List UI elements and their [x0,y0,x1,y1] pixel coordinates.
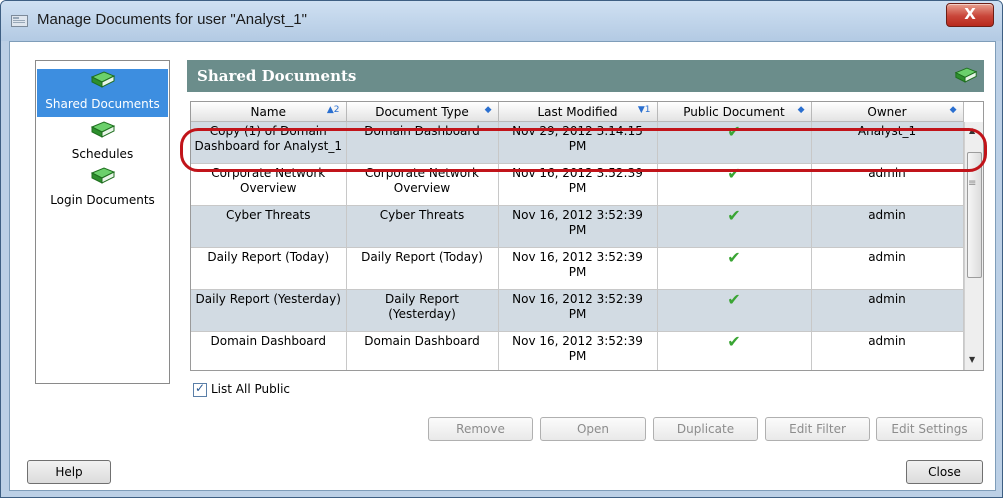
cell-document-type: Daily Report (Yesterday) [346,289,499,332]
window-close-button[interactable]: X [946,3,994,27]
cell-public: ✔ [657,247,812,290]
highlight-annotation-ring [180,128,987,172]
title-bar[interactable]: Manage Documents for user "Analyst_1" X [1,1,1002,41]
cell-public: ✔ [657,205,812,248]
column-header-public-document[interactable]: Public Document ◆ [657,102,812,122]
green-book-icon [90,167,115,184]
cell-owner: admin [811,247,964,290]
checkmark-icon: ✔ [727,248,741,267]
sort-descending-icon: ▼1 [637,105,651,115]
dialog-body: Shared Documents Schedules Login Documen… [9,41,996,491]
green-book-icon [954,67,978,83]
remove-button[interactable]: Remove [428,417,533,441]
sidebar-item-schedules[interactable]: Schedules [37,121,168,167]
cell-last-modified: Nov 16, 2012 3:52:39 PM [498,331,658,370]
cell-document-type: Domain Dashboard [346,331,499,370]
cell-public: ✔ [657,331,812,370]
sidebar-item-label: Shared Documents [45,97,160,111]
window-title: Manage Documents for user "Analyst_1" [37,11,307,28]
checkmark-icon: ✔ [727,290,741,309]
cell-name: Domain Dashboard [191,331,347,370]
cell-last-modified: Nov 16, 2012 3:52:39 PM [498,289,658,332]
column-label: Owner [867,104,907,119]
sort-icon: ◆ [949,105,957,115]
table-row[interactable]: Daily Report (Yesterday) Daily Report (Y… [191,289,964,332]
column-label: Public Document [683,104,785,119]
sort-icon: ◆ [484,105,492,115]
cell-name: Daily Report (Today) [191,247,347,290]
column-header-owner[interactable]: Owner ◆ [811,102,964,122]
cell-last-modified: Nov 16, 2012 3:52:39 PM [498,205,658,248]
table-row[interactable]: Domain Dashboard Domain Dashboard Nov 16… [191,331,964,370]
checkmark-icon: ✔ [727,206,741,225]
checkmark-icon: ✓ [195,380,206,395]
close-button[interactable]: Close [906,460,983,484]
cell-name: Daily Report (Yesterday) [191,289,347,332]
document-category-list: Shared Documents Schedules Login Documen… [35,60,170,384]
edit-filter-button[interactable]: Edit Filter [765,417,870,441]
edit-settings-button[interactable]: Edit Settings [876,417,983,441]
cell-public: ✔ [657,289,812,332]
panel-header: Shared Documents [187,60,984,92]
table-row[interactable]: Daily Report (Today) Daily Report (Today… [191,247,964,290]
document-manager-icon [11,15,28,27]
cell-owner: admin [811,205,964,248]
cell-name: Cyber Threats [191,205,347,248]
table-row[interactable]: Cyber Threats Cyber Threats Nov 16, 2012… [191,205,964,248]
scroll-grip-icon: ≡ [968,178,977,189]
cell-owner: admin [811,289,964,332]
cell-document-type: Cyber Threats [346,205,499,248]
checkmark-icon: ✔ [727,332,741,351]
sort-icon: ◆ [797,105,805,115]
column-label: Name [250,104,286,119]
column-label: Last Modified [537,104,618,119]
column-header-name[interactable]: Name ▲2 [191,102,347,122]
duplicate-button[interactable]: Duplicate [653,417,758,441]
column-label: Document Type [375,104,469,119]
help-button[interactable]: Help [27,460,111,484]
column-header-last-modified[interactable]: Last Modified ▼1 [498,102,658,122]
panel-title: Shared Documents [197,67,357,85]
sidebar-item-shared-documents[interactable]: Shared Documents [37,69,168,117]
sidebar-item-label: Schedules [71,147,134,161]
scroll-down-arrow-icon[interactable]: ▼ [969,355,975,364]
sidebar-item-label: Login Documents [50,193,155,207]
manage-documents-window: Manage Documents for user "Analyst_1" X … [0,0,1003,498]
column-header-document-type[interactable]: Document Type ◆ [346,102,499,122]
list-all-public-label: List All Public [211,382,290,396]
cell-last-modified: Nov 16, 2012 3:52:39 PM [498,247,658,290]
sidebar-item-login-documents[interactable]: Login Documents [37,167,168,213]
list-all-public-checkbox[interactable]: ✓ [193,380,207,397]
list-all-public-option[interactable]: ✓ List All Public [193,380,290,397]
green-book-icon [90,71,115,88]
green-book-icon [90,121,115,138]
cell-owner: admin [811,331,964,370]
open-button[interactable]: Open [540,417,646,441]
cell-document-type: Daily Report (Today) [346,247,499,290]
sort-ascending-icon: ▲2 [326,105,340,115]
